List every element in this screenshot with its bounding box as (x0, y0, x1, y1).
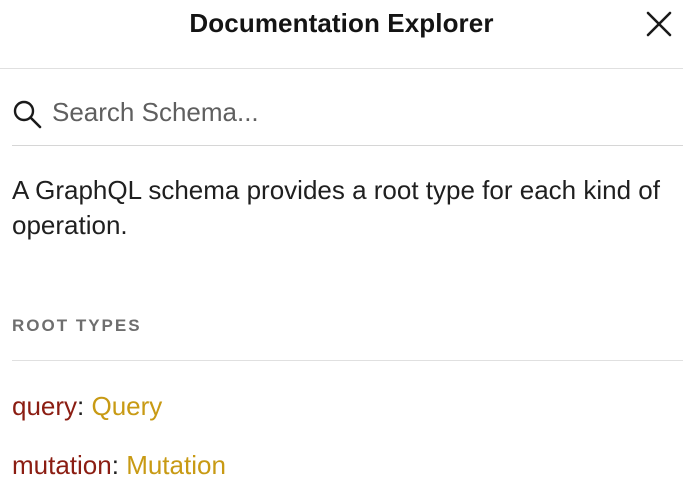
doc-explorer-header: Documentation Explorer (0, 0, 683, 69)
field-name-mutation: mutation (12, 450, 112, 480)
search-input[interactable] (52, 92, 652, 132)
documentation-explorer-panel: Documentation Explorer A GraphQL schema … (0, 0, 683, 491)
field-separator: : (111, 450, 127, 480)
close-button[interactable] (641, 6, 677, 42)
page-title: Documentation Explorer (189, 8, 494, 38)
root-type-mutation-row: mutation: Mutation (12, 450, 226, 480)
search-bar (12, 90, 683, 146)
root-type-query-row: query: Query (12, 391, 162, 421)
type-link-mutation[interactable]: Mutation (126, 450, 226, 480)
type-link-query[interactable]: Query (92, 391, 163, 421)
search-icon (13, 100, 42, 129)
close-icon (646, 11, 672, 37)
schema-description: A GraphQL schema provides a root type fo… (12, 175, 660, 240)
section-divider (12, 360, 683, 361)
field-separator: : (77, 391, 92, 421)
field-name-query: query (12, 391, 78, 421)
root-types-heading: ROOT TYPES (12, 316, 142, 335)
